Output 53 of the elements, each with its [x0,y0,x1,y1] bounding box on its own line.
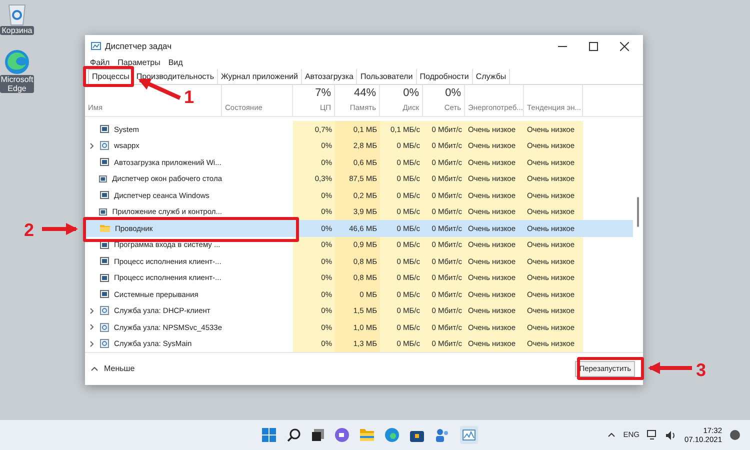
less-link[interactable]: Меньше [104,363,135,375]
gear-icon [100,141,109,150]
maximize-icon[interactable] [589,42,598,50]
folder-icon [100,224,110,232]
app-icon [91,41,101,51]
start-icon[interactable] [262,428,276,442]
task-view-icon[interactable] [312,429,324,441]
step-number: 1 [184,86,194,109]
column-total: 0% [445,86,461,102]
gear-icon [100,339,109,348]
tab[interactable]: Журнал приложений [218,69,302,84]
speaker-icon[interactable] [666,430,676,440]
desktop-icon-label: Корзина [0,26,34,35]
chevron-icon[interactable] [90,308,94,314]
step-number: 3 [696,359,706,382]
store-icon[interactable] [410,428,424,442]
annotation-arrow [42,223,78,235]
caret-icon[interactable] [91,367,98,371]
menu-item[interactable]: Вид [168,57,183,69]
gear-icon [100,322,109,332]
highlight-frame [577,357,644,380]
column-total: 0% [403,86,419,102]
chevron-icon[interactable] [90,324,94,330]
chart-window-icon[interactable] [460,426,478,444]
chat-icon[interactable] [335,428,349,442]
close-icon[interactable] [620,42,629,50]
menu-item[interactable]: Файл [90,57,110,69]
gear-icon [100,306,109,316]
window-icon [100,125,109,134]
annotation-arrow [648,362,692,374]
window-title: Диспетчер задач [105,40,172,52]
tab[interactable]: Подробности [416,69,473,84]
column-total: 7% [315,86,331,102]
tab[interactable]: Процессы [88,69,134,84]
notification-icon[interactable] [730,430,740,440]
scrollbar-thumb[interactable] [637,197,639,227]
people-icon[interactable] [435,428,449,442]
step-number: 2 [24,219,34,242]
folder-icon[interactable] [360,429,374,441]
highlight-frame [83,66,134,87]
menu-item[interactable]: Параметры [118,57,160,69]
column-total: 44% [354,86,376,102]
chevron-icon[interactable] [90,142,94,149]
search-icon[interactable] [287,428,301,442]
tab[interactable]: Пользователи [357,69,417,84]
tab[interactable]: Службы [472,69,510,84]
recycle-bin-icon[interactable] [6,2,28,26]
network-icon[interactable] [647,430,658,440]
desktop-icon-label: Microsoft Edge [0,75,34,93]
chevron-icon[interactable] [90,340,94,347]
tab[interactable]: Автозагрузка [302,69,358,84]
browser-icon[interactable] [385,428,399,442]
chevron-up-icon[interactable] [608,433,616,437]
